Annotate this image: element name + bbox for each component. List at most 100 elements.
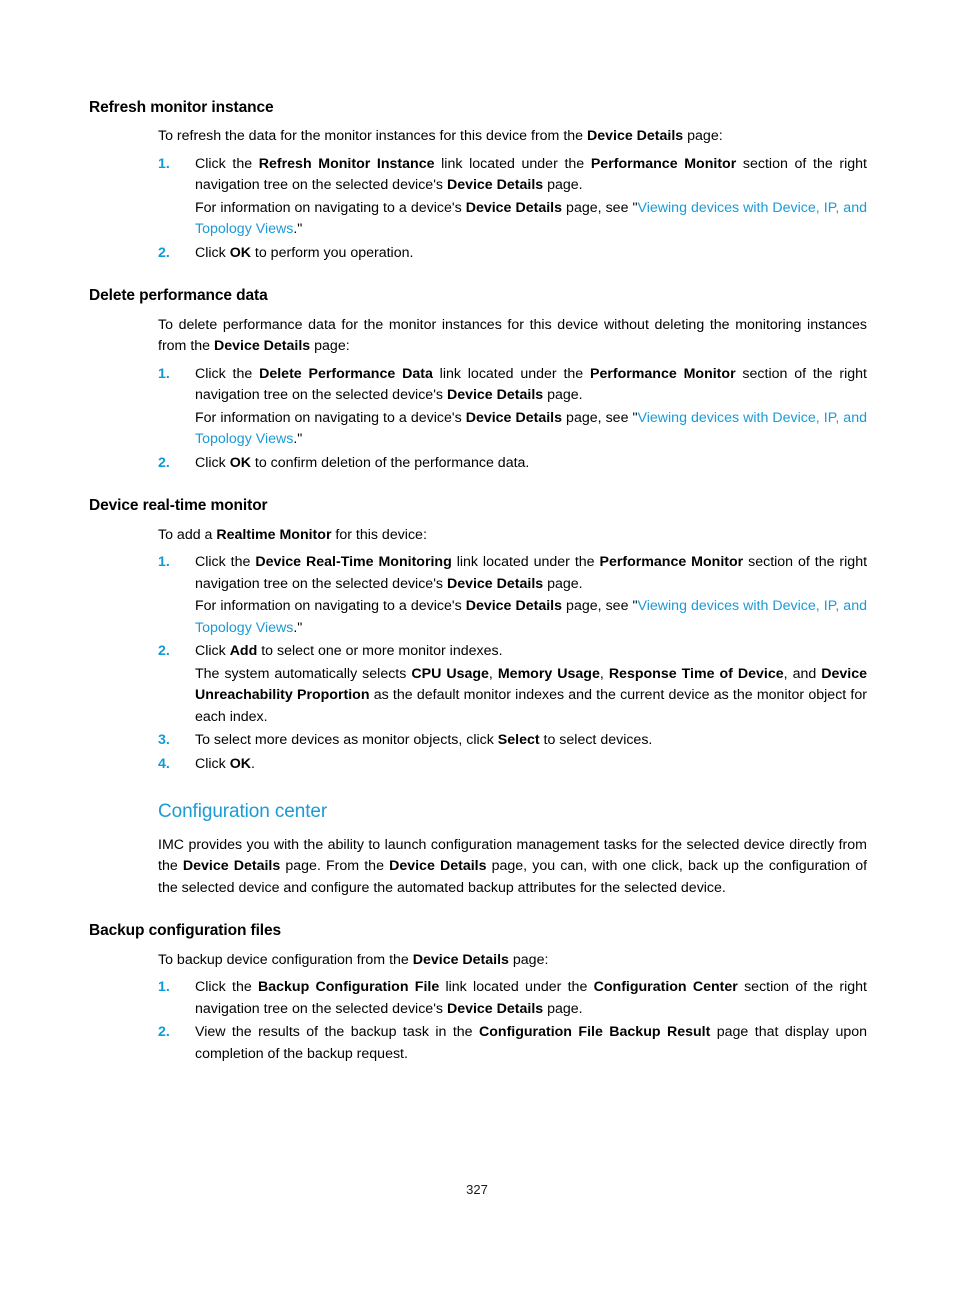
inline-bold-link-name: Device Real-Time Monitoring	[255, 554, 452, 571]
step-text: Click the Refresh Monitor Instance link …	[195, 154, 867, 197]
note-text-part: , and	[783, 665, 822, 682]
step-text: View the results of the backup task in t…	[195, 1022, 867, 1065]
inline-bold-section-name: Performance Monitor	[599, 554, 744, 571]
note-text-part: page, see "	[562, 598, 638, 615]
list-item: 2. Click OK to confirm deletion of the p…	[89, 453, 867, 475]
step-number: 2.	[158, 244, 170, 261]
list-item: 3. To select more devices as monitor obj…	[89, 730, 867, 752]
xref-line1: Viewing devices with Device,	[637, 199, 820, 216]
inline-bold-device-details: Device Details	[465, 598, 563, 615]
inline-bold-section-name: Performance Monitor	[590, 365, 736, 382]
step-number: 1.	[158, 365, 170, 382]
note-text-part: The system automatically selects	[195, 665, 412, 682]
inline-bold-section-name: Performance Monitor	[590, 155, 737, 172]
step-note-text: For information on navigating to a devic…	[195, 198, 867, 241]
step-note-text: For information on navigating to a devic…	[195, 408, 867, 451]
step-number: 2.	[158, 643, 170, 660]
step-text: Click the Backup Configuration File link…	[195, 977, 867, 1020]
section-intro-delete-performance-data: To delete performance data for the monit…	[89, 315, 867, 358]
note-text-part: ,	[599, 665, 609, 682]
intro-text: To add a	[158, 526, 217, 543]
list-item: 1. Click the Refresh Monitor Instance li…	[89, 154, 867, 241]
list-item: 2. Click Add to select one or more monit…	[89, 641, 867, 728]
step-text-part: Click the	[195, 554, 256, 571]
chapter-heading-configuration-center: Configuration center	[158, 801, 328, 823]
step-note-text: For information on navigating to a devic…	[195, 596, 867, 639]
step-text-part: page.	[543, 1000, 583, 1017]
step-text-part: link located under the	[439, 979, 594, 996]
section-intro-device-real-time-monitor: To add a Realtime Monitor for this devic…	[89, 525, 867, 547]
inline-bold-result-page-name: Configuration File Backup Result	[478, 1024, 711, 1041]
step-text-part: To select more devices as monitor object…	[195, 732, 498, 749]
intro-text: To refresh the data for the monitor inst…	[158, 128, 587, 145]
inline-bold-realtime-monitor: Realtime Monitor	[216, 526, 332, 543]
step-text-part: View the results of the backup task in t…	[195, 1024, 479, 1041]
note-text-part: page, see "	[562, 409, 638, 426]
note-text-part: For information on navigating to a devic…	[195, 598, 466, 615]
step-list-refresh-monitor-instance: 1. Click the Refresh Monitor Instance li…	[89, 154, 867, 265]
step-text-part: Click the	[195, 365, 260, 382]
inline-bold-device-details: Device Details	[465, 199, 563, 216]
section-heading-backup-configuration-files: Backup configuration files	[89, 922, 282, 940]
step-text-part: link located under the	[451, 554, 600, 571]
list-item: 1. Click the Device Real-Time Monitoring…	[89, 552, 867, 639]
inline-bold-ok: OK	[229, 454, 251, 471]
step-number: 1.	[158, 554, 170, 571]
step-text-part: Click	[195, 643, 230, 660]
intro-text-tail: for this device:	[331, 526, 427, 543]
note-text-part: ."	[293, 619, 303, 636]
section-heading-refresh-monitor-instance: Refresh monitor instance	[89, 99, 274, 116]
step-note-text: The system automatically selects CPU Usa…	[195, 664, 867, 729]
note-text-part: page, see "	[562, 199, 638, 216]
step-text: Click OK to confirm deletion of the perf…	[195, 453, 867, 475]
note-text-part: For information on navigating to a devic…	[195, 409, 466, 426]
step-number: 4.	[158, 755, 170, 772]
step-number: 2.	[158, 1024, 170, 1041]
note-text-part: ,	[488, 665, 498, 682]
section-heading-delete-performance-data: Delete performance data	[89, 287, 268, 305]
intro-text-tail: page:	[310, 338, 350, 355]
step-text-part: to select devices.	[539, 732, 653, 749]
section-intro-refresh-monitor-instance: To refresh the data for the monitor inst…	[89, 126, 867, 148]
step-text-part: page.	[543, 387, 583, 404]
step-text-part: page.	[543, 177, 583, 194]
configuration-center-paragraph: IMC provides you with the ability to lau…	[89, 835, 867, 900]
xref-line1: Viewing devices with Device,	[637, 598, 820, 615]
inline-bold-select: Select	[497, 732, 540, 749]
section-heading-device-real-time-monitor: Device real-time monitor	[89, 497, 268, 515]
step-list-backup-configuration-files: 1. Click the Backup Configuration File l…	[89, 977, 867, 1065]
inline-bold-device-details: Device Details	[446, 575, 544, 592]
inline-bold-link-name: Refresh Monitor Instance	[258, 155, 435, 172]
step-number: 2.	[158, 454, 170, 471]
step-text-part: page.	[543, 575, 583, 592]
step-text: Click Add to select one or more monitor …	[195, 641, 867, 663]
list-item: 2. View the results of the backup task i…	[89, 1022, 867, 1065]
inline-bold-device-details: Device Details	[446, 177, 544, 194]
step-text-part: Click	[195, 755, 230, 772]
step-text-part: to select one or more monitor indexes.	[257, 643, 503, 660]
step-text: Click the Device Real-Time Monitoring li…	[195, 552, 867, 595]
step-text-part: Click the	[195, 155, 259, 172]
inline-bold-link-name: Backup Configuration File	[258, 979, 440, 996]
list-item: 1. Click the Backup Configuration File l…	[89, 977, 867, 1020]
inline-bold-link-name: Delete Performance Data	[259, 365, 433, 382]
paragraph-part: page. From the	[280, 858, 390, 875]
inline-bold-device-details: Device Details	[213, 338, 311, 355]
inline-bold-memory-usage: Memory Usage	[497, 665, 600, 682]
step-text-part: to confirm deletion of the performance d…	[250, 454, 530, 471]
inline-bold-add: Add	[229, 643, 258, 660]
inline-bold-response-time-of-device: Response Time of Device	[608, 665, 784, 682]
inline-bold-device-details: Device Details	[446, 1000, 544, 1017]
step-number: 1.	[158, 979, 170, 996]
step-text-part: Click	[195, 244, 230, 261]
inline-bold-device-details: Device Details	[446, 387, 544, 404]
step-text: Click the Delete Performance Data link l…	[195, 364, 867, 407]
step-text: To select more devices as monitor object…	[195, 730, 867, 752]
page-content: Refresh monitor instance To refresh the …	[89, 98, 867, 1067]
step-text-part: to perform you operation.	[250, 244, 414, 261]
note-text-part: ."	[293, 221, 303, 238]
page-number: 327	[466, 1182, 488, 1197]
step-number: 1.	[158, 155, 170, 172]
intro-text-tail: page:	[683, 128, 723, 145]
step-text-part: link located under the	[434, 155, 591, 172]
